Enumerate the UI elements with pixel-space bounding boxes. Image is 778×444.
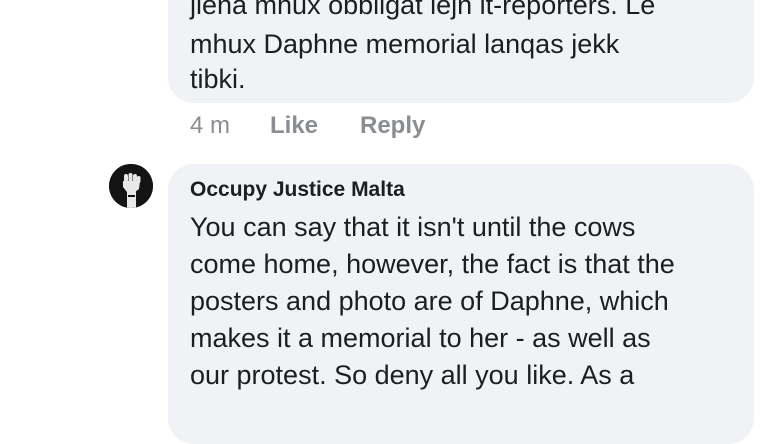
comment-text-line: our protest. So deny all you like. As a — [190, 360, 635, 390]
comment-text-line: posters and photo are of Daphne, which — [190, 286, 669, 316]
comment-text-line: makes it a memorial to her - as well as — [190, 323, 651, 353]
comment-text-line: come home, however, the fact is that the — [190, 249, 675, 279]
avatar[interactable] — [109, 164, 153, 208]
comment-author-name[interactable]: Occupy Justice Malta — [190, 178, 405, 202]
comment-text-line: tibki. — [190, 64, 246, 94]
comment-text-line: jiena mhux obbligat lejn it-reporters. L… — [190, 0, 656, 20]
comment-actions: 4 m Like Reply — [190, 112, 425, 140]
like-button[interactable]: Like — [270, 112, 360, 140]
comment-timestamp: 4 m — [190, 112, 231, 139]
reply-button[interactable]: Reply — [360, 112, 425, 140]
raised-fist-icon — [109, 164, 153, 208]
comment-text-line: You can say that it isn't until the cows — [190, 212, 636, 242]
comment-text-line: mhux Daphne memorial lanqas jekk — [190, 29, 620, 59]
